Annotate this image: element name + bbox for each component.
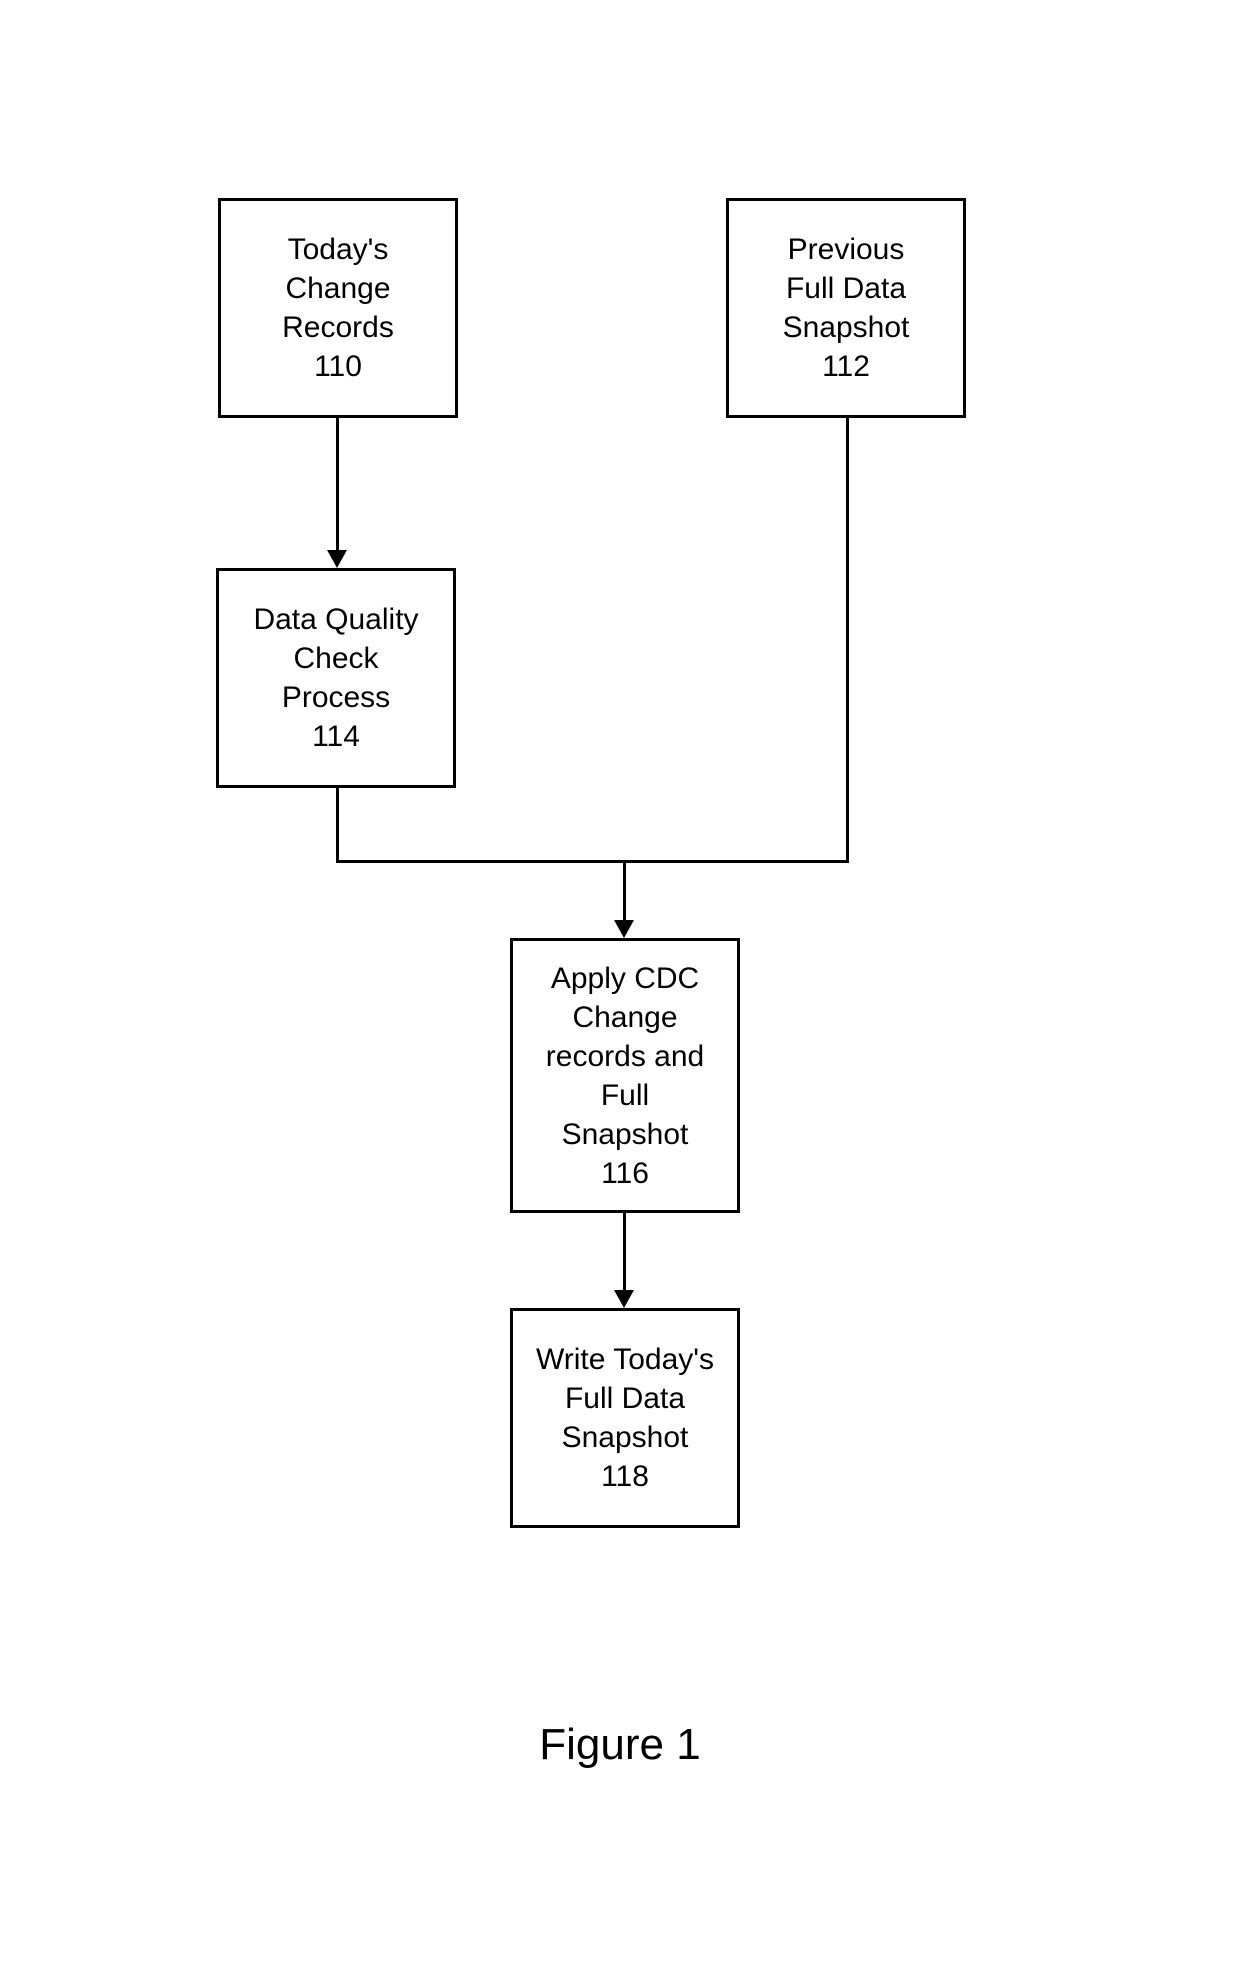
figure-label: Figure 1 (500, 1720, 740, 1770)
arrow-connector (336, 860, 623, 863)
arrow-connector (623, 860, 626, 920)
box-text: Snapshot (562, 1418, 689, 1457)
box-number: 116 (601, 1154, 649, 1193)
box-text: Full (601, 1076, 649, 1115)
arrow-connector (336, 788, 339, 863)
box-text: Today's (288, 230, 389, 269)
box-write-todays-snapshot: Write Today's Full Data Snapshot 118 (510, 1308, 740, 1528)
box-text: Process (282, 678, 390, 717)
box-number: 112 (822, 347, 870, 386)
arrowhead-icon (614, 1290, 634, 1308)
box-text: Snapshot (783, 308, 910, 347)
box-text: Data Quality (253, 600, 418, 639)
arrowhead-icon (327, 550, 347, 568)
box-number: 118 (601, 1457, 649, 1496)
arrow-connector (623, 860, 849, 863)
box-apply-cdc: Apply CDC Change records and Full Snapsh… (510, 938, 740, 1213)
box-text: Check (293, 639, 378, 678)
arrow-connector (623, 1213, 626, 1290)
box-previous-full-data-snapshot: Previous Full Data Snapshot 112 (726, 198, 966, 418)
arrow-connector (336, 418, 339, 550)
box-number: 114 (312, 717, 360, 756)
box-todays-change-records: Today's Change Records 110 (218, 198, 458, 418)
arrowhead-icon (614, 920, 634, 938)
box-text: Change (285, 269, 390, 308)
box-text: Full Data (565, 1379, 685, 1418)
box-number: 110 (314, 347, 362, 386)
arrow-connector (846, 418, 849, 863)
box-text: Apply CDC (551, 959, 699, 998)
box-data-quality-check-process: Data Quality Check Process 114 (216, 568, 456, 788)
box-text: Records (282, 308, 394, 347)
box-text: Previous (788, 230, 905, 269)
box-text: Write Today's (536, 1340, 714, 1379)
box-text: records and (546, 1037, 704, 1076)
box-text: Full Data (786, 269, 906, 308)
box-text: Change (572, 998, 677, 1037)
box-text: Snapshot (562, 1115, 689, 1154)
